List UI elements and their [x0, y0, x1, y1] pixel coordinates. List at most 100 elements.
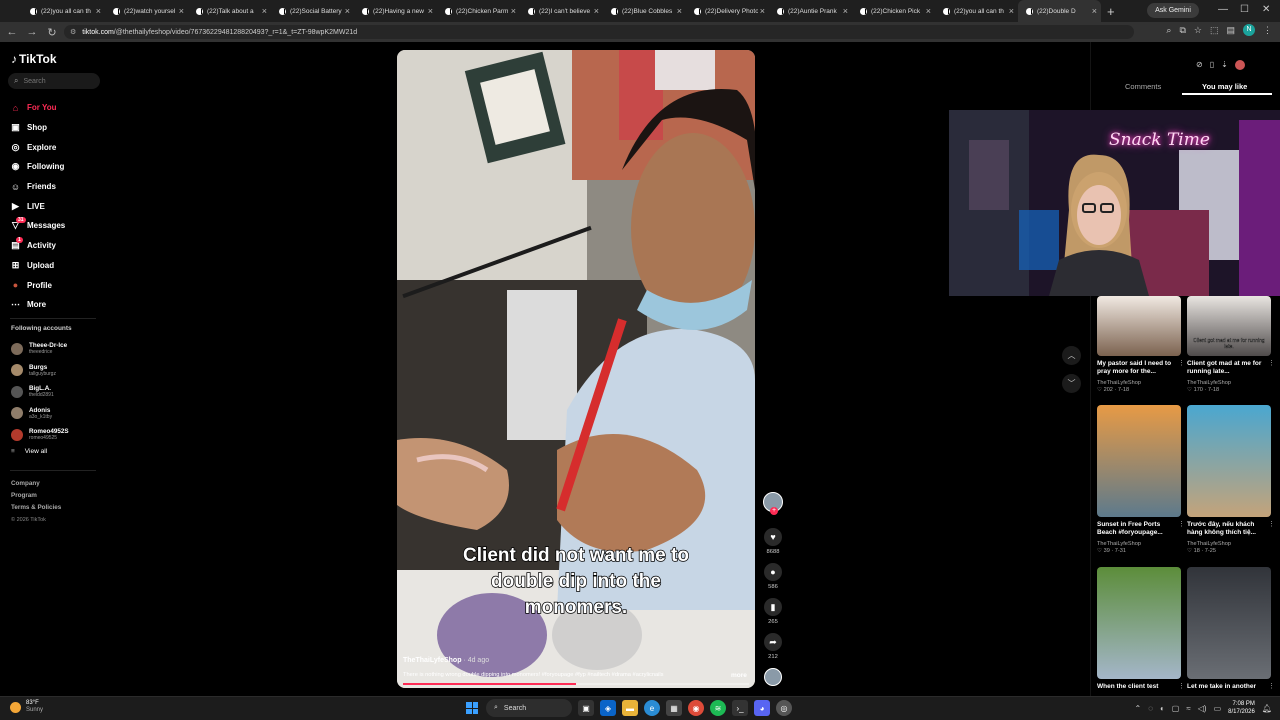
nav-item-live[interactable]: ▶ LIVE	[10, 196, 65, 216]
taskbar-search[interactable]: ⌕ Search	[486, 699, 572, 717]
browser-tab[interactable]: (22)Blue Cobbles ×	[603, 0, 686, 22]
card-menu-icon[interactable]: ⋮	[1178, 682, 1185, 690]
tray-overflow-icon[interactable]: ⌃	[1134, 704, 1141, 713]
edge-icon[interactable]: e	[644, 700, 660, 716]
video-progress-bar[interactable]	[403, 683, 749, 685]
nav-item-activity[interactable]: ▤ Activity 1	[10, 236, 65, 256]
browser-tab[interactable]: (22)Double D ×	[1018, 0, 1101, 22]
followed-account[interactable]: BigL.A. theldd2891	[11, 381, 69, 403]
store-icon[interactable]: ▦	[666, 700, 682, 716]
more-link[interactable]: more	[731, 672, 747, 679]
close-tab-icon[interactable]: ×	[594, 6, 599, 16]
close-tab-icon[interactable]: ×	[511, 6, 516, 16]
save-button[interactable]: ▮ 265	[760, 598, 786, 625]
reload-icon[interactable]: ↻	[44, 26, 60, 39]
video-author[interactable]: TheThaiLyfeShop · 4d ago	[403, 657, 489, 664]
footer-link[interactable]: Company	[11, 478, 61, 490]
bookmark-star-icon[interactable]: ☆	[1194, 25, 1202, 36]
card-author[interactable]: TheThaiLyfeShop	[1097, 541, 1181, 547]
video-card[interactable]: Sunset in Free Ports Beach #foryoupage..…	[1097, 405, 1185, 554]
browser-tab[interactable]: (22)watch yoursel ×	[105, 0, 188, 22]
browser-tab[interactable]: (22)Social Battery ×	[271, 0, 354, 22]
browser-tab[interactable]: (22)Talk about a ×	[188, 0, 271, 22]
close-tab-icon[interactable]: ×	[96, 6, 101, 16]
close-tab-icon[interactable]: ×	[843, 6, 848, 16]
browser-tab[interactable]: (22)I can't believe ×	[520, 0, 603, 22]
view-all-link[interactable]: ≡ View all	[11, 448, 69, 455]
sidepanel-icon[interactable]: ▤	[1226, 25, 1235, 36]
card-author[interactable]: TheThaiLyfeShop	[1187, 380, 1271, 386]
nav-item-explore[interactable]: ◎ Explore	[10, 137, 65, 157]
like-button[interactable]: ♥ 8688	[760, 528, 786, 555]
terminal-icon[interactable]: ›_	[732, 700, 748, 716]
footer-link[interactable]: Program	[11, 490, 61, 502]
close-tab-icon[interactable]: ×	[262, 6, 267, 16]
ask-gemini-button[interactable]: Ask Gemini	[1147, 3, 1199, 18]
copilot-icon[interactable]: ◈	[600, 700, 616, 716]
video-card[interactable]: When the client test ⋮	[1097, 567, 1185, 701]
sound-disc[interactable]	[760, 668, 786, 686]
footer-link[interactable]: Terms & Policies	[11, 502, 61, 514]
battery-icon[interactable]: ▭	[1214, 704, 1222, 713]
browser-tab[interactable]: (22)Auntie Prank ×	[769, 0, 852, 22]
clock[interactable]: 7:08 PM 8/17/2026	[1228, 700, 1255, 716]
browser-tab[interactable]: (22)Having a new ×	[354, 0, 437, 22]
site-info-icon[interactable]: ⚙	[70, 28, 76, 36]
video-player[interactable]: Client did not want me to double dip int…	[397, 50, 755, 688]
download-icon[interactable]: ⇣	[1221, 60, 1228, 70]
tiktok-logo[interactable]: ♪ TikTok	[11, 52, 57, 66]
card-title[interactable]: My pastor said I need to pray more for t…	[1097, 360, 1181, 378]
volume-icon[interactable]: ◁)	[1198, 704, 1207, 713]
card-title[interactable]: Trước đây, nếu khách hàng không thích ti…	[1187, 521, 1271, 539]
profile-avatar[interactable]: N	[1243, 24, 1255, 36]
video-card[interactable]: Let me take in another ⋮	[1187, 567, 1275, 701]
close-tab-icon[interactable]: ×	[926, 6, 931, 16]
back-icon[interactable]: ←	[4, 26, 20, 38]
video-card[interactable]: Client got mad at me for running late. Cl…	[1187, 296, 1275, 393]
spotify-icon[interactable]: ≋	[710, 700, 726, 716]
chrome-icon[interactable]: ◉	[688, 700, 704, 716]
browser-tab[interactable]: (22)Delivery Photo ×	[686, 0, 769, 22]
close-tab-icon[interactable]: ×	[179, 6, 184, 16]
close-tab-icon[interactable]: ×	[677, 6, 682, 16]
file-explorer-icon[interactable]: ▬	[622, 700, 638, 716]
card-title[interactable]: Sunset in Free Ports Beach #foryoupage..…	[1097, 521, 1181, 539]
nav-item-for-you[interactable]: ⌂ For You	[10, 98, 65, 118]
card-author[interactable]: TheThaiLyfeShop	[1187, 541, 1271, 547]
url-field[interactable]: ⚙ tiktok.com/@thethailyfeshop/video/7673…	[64, 25, 1134, 39]
browser-tab[interactable]: (22)you all can th ×	[22, 0, 105, 22]
creator-avatar[interactable]: +	[760, 492, 786, 515]
windows-start-icon[interactable]	[464, 700, 480, 716]
discord-icon[interactable]: ◕	[754, 700, 770, 716]
tab-you-may-like[interactable]: You may like	[1202, 82, 1247, 91]
tray-app-icon[interactable]: ◌	[1148, 704, 1153, 713]
close-tab-icon[interactable]: ×	[1092, 6, 1097, 16]
user-avatar[interactable]	[1234, 60, 1245, 70]
nav-item-friends[interactable]: ☺ Friends	[10, 177, 65, 197]
video-card[interactable]: My pastor said I need to pray more for t…	[1097, 296, 1185, 393]
previous-video-button[interactable]: ︿	[1062, 346, 1081, 365]
no-entry-icon[interactable]: ⊘	[1196, 60, 1203, 70]
nav-item-upload[interactable]: ⊞ Upload	[10, 256, 65, 276]
followed-account[interactable]: Burgs tallguyburgz	[11, 360, 69, 382]
followed-account[interactable]: Romeo4952S romeo49525	[11, 424, 69, 446]
nav-item-more[interactable]: ⋯ More	[10, 295, 65, 315]
card-author[interactable]: TheThaiLyfeShop	[1097, 380, 1181, 386]
card-menu-icon[interactable]: ⋮	[1178, 520, 1185, 528]
card-menu-icon[interactable]: ⋮	[1178, 359, 1185, 367]
browser-tab[interactable]: (22)Chicken Parm ×	[437, 0, 520, 22]
card-menu-icon[interactable]: ⋮	[1268, 520, 1275, 528]
forward-icon[interactable]: →	[24, 26, 40, 38]
share-button[interactable]: ➦ 212	[760, 633, 786, 660]
minimize-icon[interactable]: —	[1218, 4, 1228, 15]
close-window-icon[interactable]: ✕	[1262, 4, 1270, 15]
menu-icon[interactable]: ⋮	[1263, 25, 1272, 36]
next-video-button[interactable]: ﹀	[1062, 374, 1081, 393]
zoom-icon[interactable]: ⌕	[1166, 25, 1171, 36]
comment-button[interactable]: ● 586	[760, 563, 786, 590]
tray-app-icon[interactable]: ◐	[1160, 704, 1165, 713]
card-menu-icon[interactable]: ⋮	[1268, 682, 1275, 690]
phone-icon[interactable]: ▯	[1210, 60, 1214, 70]
followed-account[interactable]: Theee-Dr-Ice theeedrice	[11, 338, 69, 360]
wifi-icon[interactable]: ≈	[1186, 704, 1190, 713]
